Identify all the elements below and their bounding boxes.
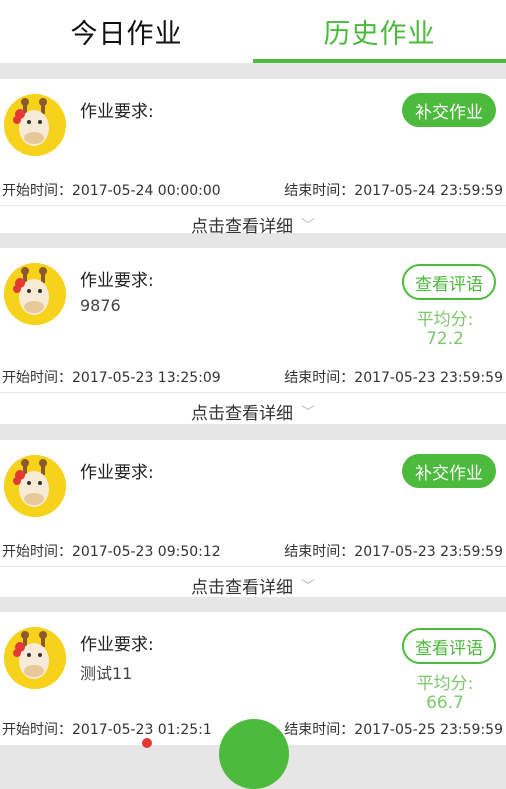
view-comments-button[interactable]: 查看评语 bbox=[402, 264, 496, 300]
chevron-down-icon: ﹀ bbox=[301, 578, 315, 595]
average-score: 平均分: 66.7 bbox=[400, 675, 490, 713]
start-time: 开始时间：2017-05-23 13:25:09 bbox=[2, 370, 221, 386]
giraffe-avatar-icon bbox=[4, 627, 66, 689]
floating-action-button[interactable] bbox=[219, 719, 289, 789]
requirement-label: 作业要求: bbox=[80, 271, 154, 291]
tab-history-homework[interactable]: 历史作业 bbox=[253, 0, 506, 63]
view-comments-button[interactable]: 查看评语 bbox=[402, 628, 496, 664]
average-score-value: 72.2 bbox=[426, 329, 464, 349]
end-time: 结束时间：2017-05-23 23:59:59 bbox=[284, 544, 503, 560]
start-time: 开始时间：2017-05-23 09:50:12 bbox=[2, 544, 221, 560]
homework-card: 作业要求: 补交作业 开始时间：2017-05-23 09:50:12 结束时间… bbox=[0, 440, 506, 598]
view-detail-button[interactable]: 点击查看详细 ﹀ bbox=[0, 393, 506, 430]
average-score-value: 66.7 bbox=[426, 693, 464, 713]
end-time: 结束时间：2017-05-25 23:59:59 bbox=[284, 722, 503, 738]
tab-bar: 今日作业 历史作业 bbox=[0, 0, 506, 63]
view-detail-label: 点击查看详细 bbox=[191, 404, 293, 424]
homework-card: 作业要求: 9876 查看评语 平均分: 72.2 开始时间：2017-05-2… bbox=[0, 248, 506, 424]
chevron-down-icon: ﹀ bbox=[301, 404, 315, 421]
start-time: 开始时间：2017-05-23 01:25:1 bbox=[2, 722, 212, 738]
giraffe-avatar-icon bbox=[4, 263, 66, 325]
average-score-label: 平均分: bbox=[416, 310, 474, 330]
chevron-down-icon: ﹀ bbox=[301, 217, 315, 234]
view-detail-button[interactable]: 点击查看详细 ﹀ bbox=[0, 206, 506, 243]
homework-card: 作业要求: 补交作业 开始时间：2017-05-24 00:00:00 结束时间… bbox=[0, 79, 506, 237]
view-detail-button[interactable]: 点击查看详细 ﹀ bbox=[0, 567, 506, 604]
giraffe-avatar-icon bbox=[4, 94, 66, 156]
notification-dot bbox=[142, 738, 152, 748]
start-time: 开始时间：2017-05-24 00:00:00 bbox=[2, 183, 221, 199]
tab-today-homework[interactable]: 今日作业 bbox=[0, 0, 253, 63]
submit-late-button[interactable]: 补交作业 bbox=[402, 454, 496, 488]
average-score: 平均分: 72.2 bbox=[400, 311, 490, 349]
view-detail-label: 点击查看详细 bbox=[191, 217, 293, 237]
requirement-label: 作业要求: bbox=[80, 635, 154, 655]
requirement-label: 作业要求: bbox=[80, 102, 154, 122]
average-score-label: 平均分: bbox=[416, 674, 474, 694]
requirement-content: 测试11 bbox=[80, 664, 133, 683]
submit-late-button[interactable]: 补交作业 bbox=[402, 93, 496, 127]
end-time: 结束时间：2017-05-24 23:59:59 bbox=[284, 183, 503, 199]
view-detail-label: 点击查看详细 bbox=[191, 578, 293, 598]
end-time: 结束时间：2017-05-23 23:59:59 bbox=[284, 370, 503, 386]
requirement-label: 作业要求: bbox=[80, 463, 154, 483]
requirement-content: 9876 bbox=[80, 296, 121, 315]
giraffe-avatar-icon bbox=[4, 455, 66, 517]
